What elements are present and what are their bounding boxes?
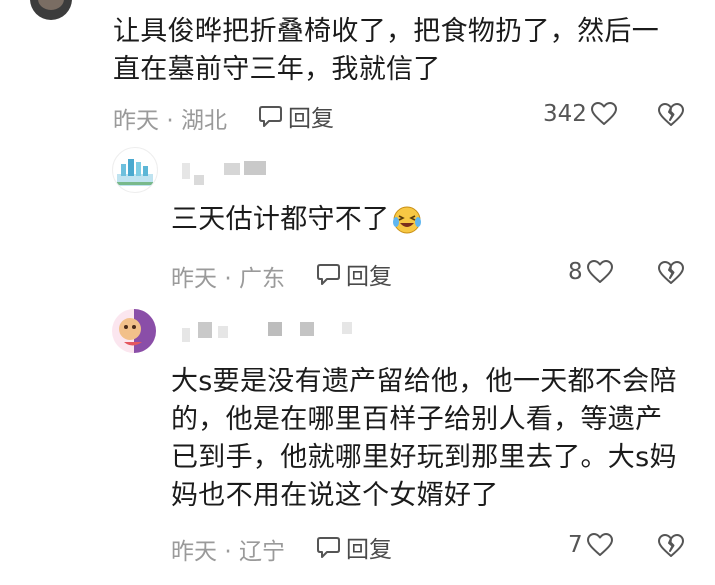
meta-separator: · [224,266,232,292]
heart-outline-icon [586,259,614,285]
reply-label: 回复 [288,106,334,132]
reply-button[interactable]: 回复 [257,99,334,133]
comment-text-line: 直在墓前守三年，我就信了 [113,54,441,85]
username-blurred[interactable] [182,316,362,346]
comment-text-line: 的，他是在哪里百样子给别人看，等遗产 [171,404,663,435]
comment-text-line: 大s要是没有遗产留给他，他一天都不会陪 [171,366,677,397]
dislike-button[interactable] [657,260,685,286]
reply-button[interactable]: 回复 [315,257,392,291]
like-count: 342 [543,101,587,127]
like-count: 7 [568,532,583,558]
dislike-button[interactable] [657,102,685,128]
comment-meta: 昨天 · 广东 [171,259,285,293]
comment-text-line: 已到手，他就哪里好玩到那里去了。大s妈 [171,442,677,473]
comment-location: 湖北 [180,108,227,134]
comment-location: 辽宁 [238,539,285,565]
heart-outline-icon [586,532,614,558]
dislike-button[interactable] [657,533,685,559]
meta-separator: · [166,108,174,134]
avatar[interactable] [30,0,72,20]
comment-date: 昨天 [113,108,159,134]
comment-date: 昨天 [171,539,217,565]
reply-label: 回复 [346,264,392,290]
reply-label: 回复 [346,537,392,563]
heart-outline-icon [590,101,618,127]
meta-separator: · [224,539,232,565]
comment-location: 广东 [238,266,285,292]
like-button[interactable]: 8 [568,259,614,285]
like-count: 8 [568,259,583,285]
like-button[interactable]: 7 [568,532,614,558]
like-button[interactable]: 342 [543,101,618,127]
comment-text-line: 妈也不用在说这个女婿好了 [171,480,499,511]
chat-bubble-icon [315,261,342,288]
comment-text-line: 让具俊晔把折叠椅收了，把食物扔了，然后一 [113,16,659,47]
comment-text-line: 三天估计都守不了 [171,201,423,239]
comment-text: 三天估计都守不了 [171,204,390,235]
comment-meta: 昨天 · 辽宁 [171,532,285,566]
broken-heart-icon [657,533,685,559]
avatar[interactable] [112,309,156,353]
reply-button[interactable]: 回复 [315,530,392,564]
comment-date: 昨天 [171,266,217,292]
avatar[interactable] [112,147,158,193]
broken-heart-icon [657,260,685,286]
comment-meta: 昨天 · 湖北 [113,101,227,135]
chat-bubble-icon [257,103,284,130]
username-blurred[interactable] [182,157,272,187]
chat-bubble-icon [315,534,342,561]
broken-heart-icon [657,102,685,128]
crying-laughing-emoji-icon [391,204,423,236]
